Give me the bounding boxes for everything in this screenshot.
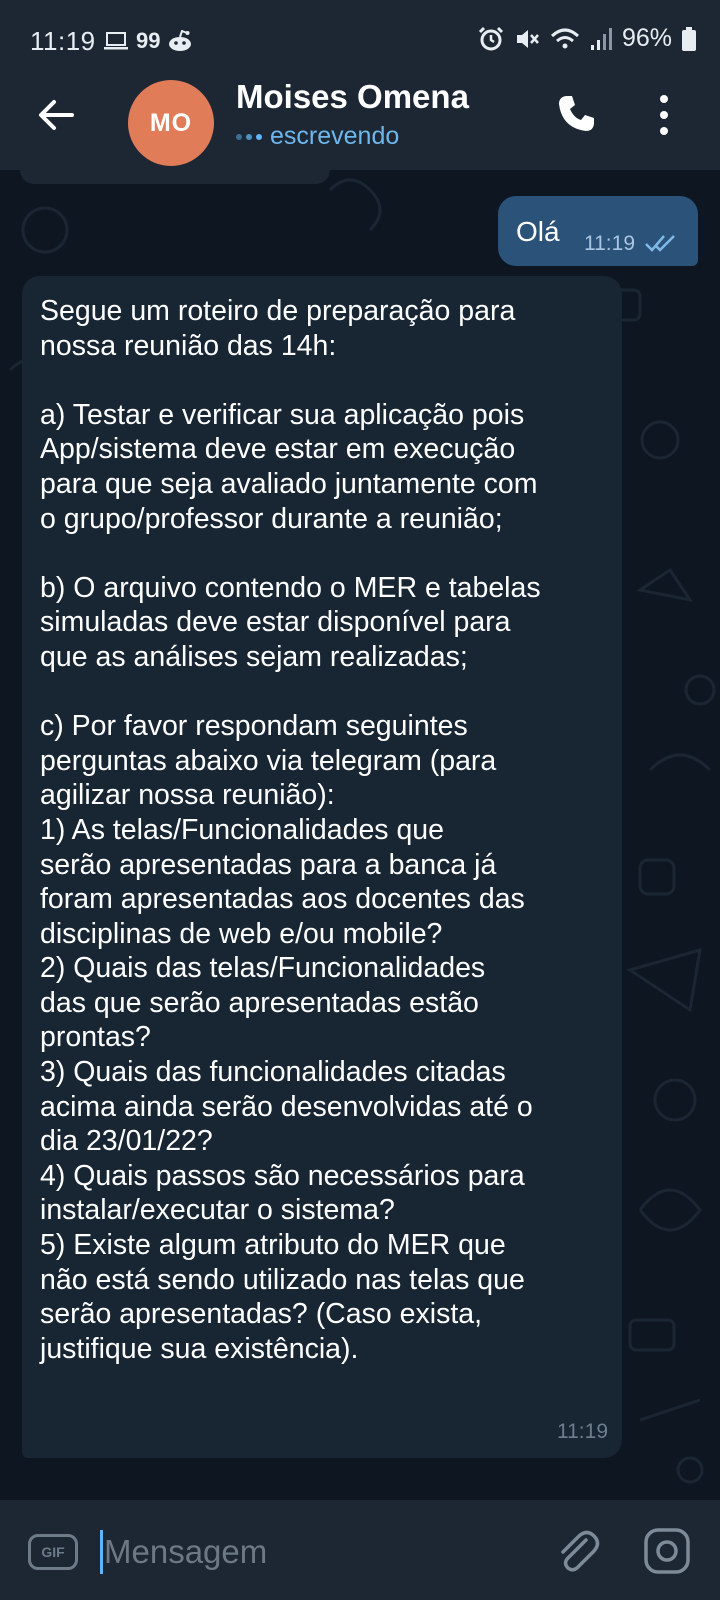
battery-icon	[682, 26, 696, 51]
chat-header: MO Moises Omena escrevendo	[0, 60, 720, 170]
camera-icon[interactable]	[642, 1526, 692, 1576]
alarm-icon	[478, 26, 504, 50]
contact-name[interactable]: Moises Omena	[236, 78, 469, 116]
gif-button[interactable]: GIF	[28, 1534, 78, 1570]
status-notification-icons: 99	[104, 28, 192, 54]
avatar[interactable]: MO	[128, 80, 214, 166]
mute-icon	[516, 29, 539, 48]
message-input[interactable]	[104, 1528, 524, 1576]
message-input-bar: GIF	[0, 1500, 720, 1600]
outgoing-message-text: Olá	[516, 216, 560, 247]
status-system-icons: 96%	[478, 24, 696, 53]
outgoing-message[interactable]: Olá 11:19	[498, 196, 698, 266]
back-arrow-icon[interactable]	[30, 88, 84, 142]
status-bar: 11:19 99 96%	[0, 0, 720, 60]
battery-percent: 96%	[621, 24, 672, 52]
typing-text: escrevendo	[270, 122, 400, 150]
chat-area[interactable]: Olá 11:19 Segue um roteiro de preparação…	[0, 170, 720, 1500]
typing-dots-icon	[236, 133, 262, 140]
previous-bubble-edge	[20, 170, 330, 184]
signal-icon	[590, 27, 612, 50]
incoming-message[interactable]: Segue um roteiro de preparação para noss…	[22, 276, 622, 1458]
incoming-message-text: Segue um roteiro de preparação para noss…	[40, 295, 541, 1365]
read-checkmarks-icon	[645, 235, 675, 252]
typing-status: escrevendo	[236, 122, 399, 151]
paperclip-icon[interactable]	[552, 1526, 602, 1576]
notification-badge: 99	[136, 28, 161, 53]
wifi-icon	[550, 28, 579, 48]
laptop-icon	[104, 32, 128, 50]
text-cursor	[100, 1530, 103, 1574]
phone-icon[interactable]	[552, 90, 600, 138]
more-vertical-icon[interactable]	[650, 90, 678, 140]
status-time: 11:19	[30, 26, 96, 56]
outgoing-message-time: 11:19	[584, 232, 635, 255]
incoming-message-time: 11:19	[557, 1420, 608, 1443]
app-notification-icon	[169, 30, 192, 51]
